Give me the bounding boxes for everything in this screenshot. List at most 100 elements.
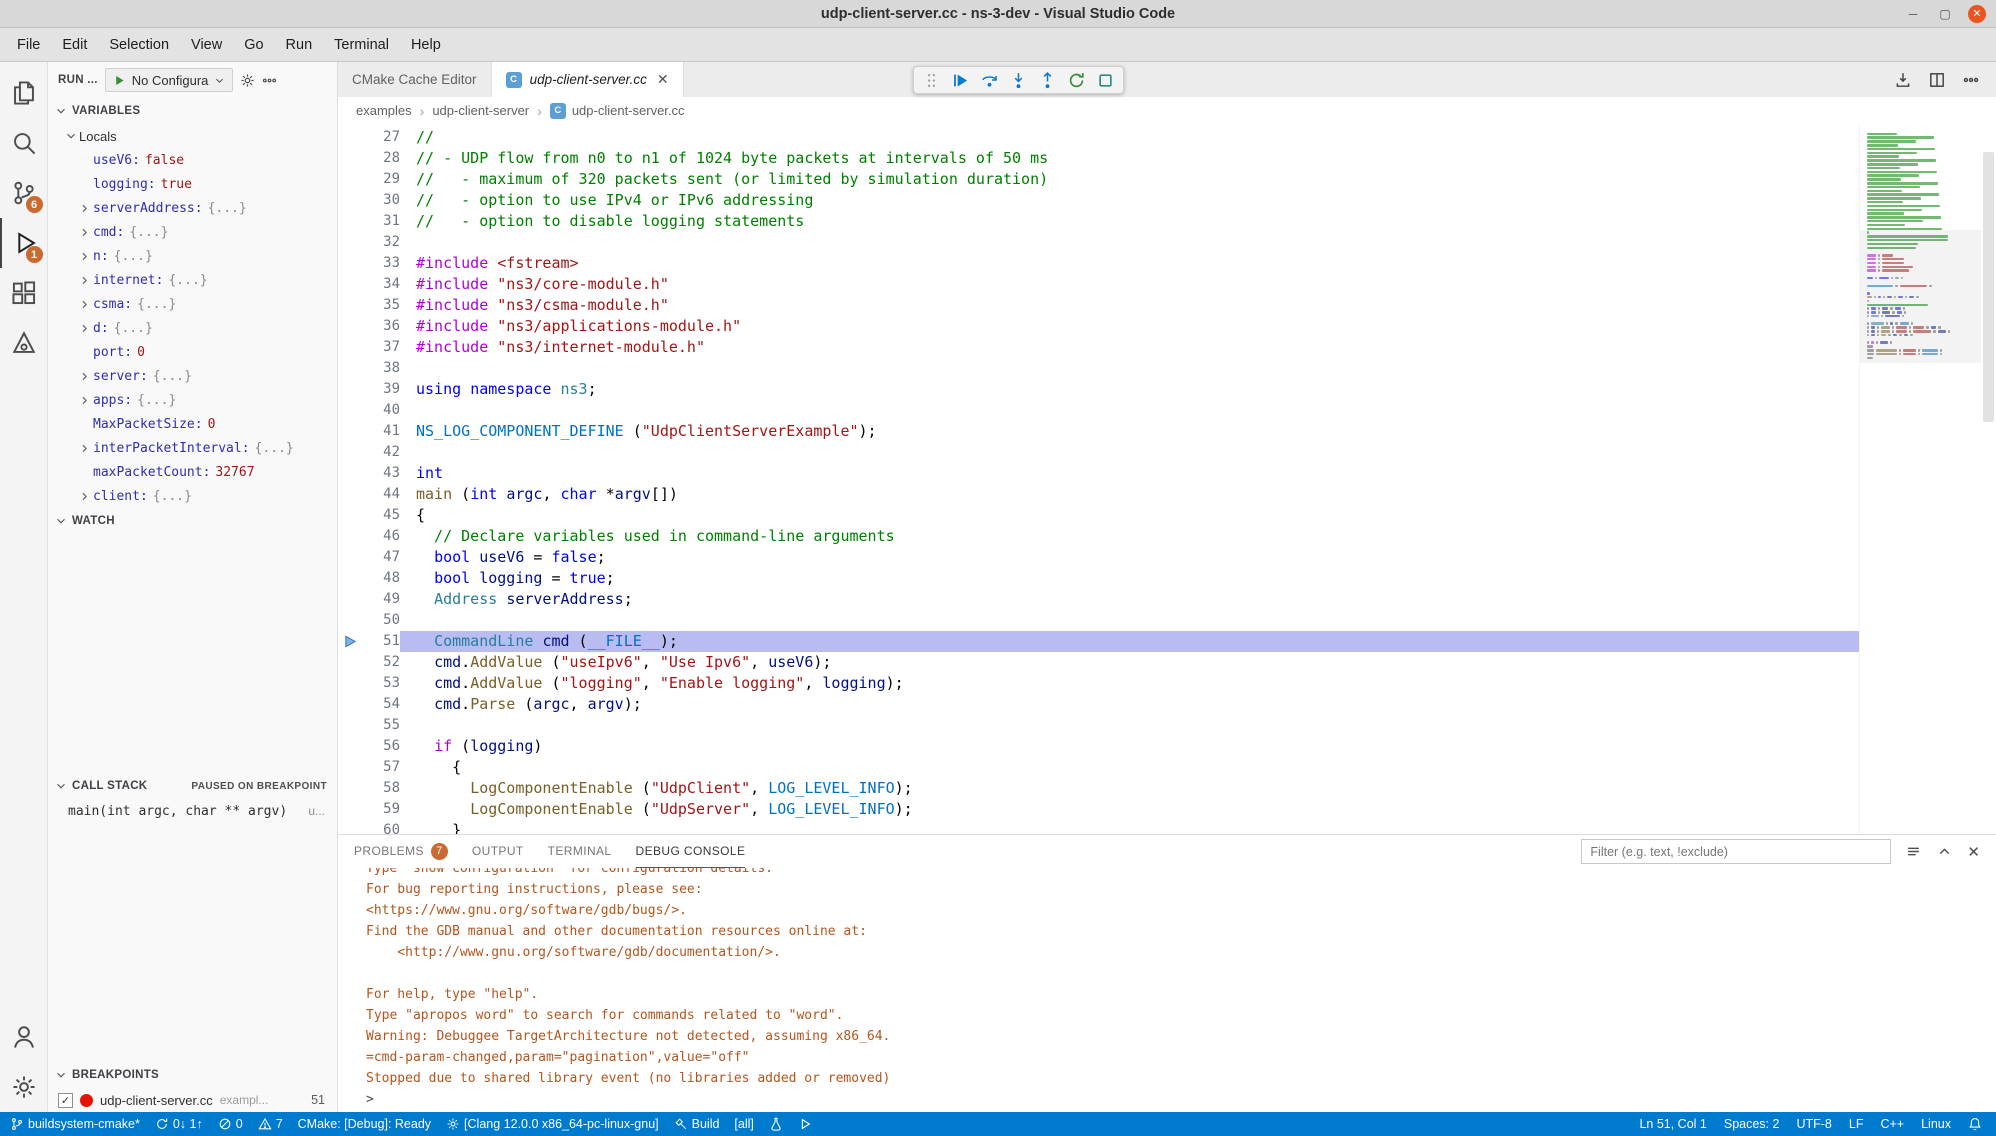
- breadcrumb-item[interactable]: udp-client-server: [432, 103, 529, 118]
- variable-row[interactable]: cmd:{...}: [48, 220, 337, 244]
- explorer-icon[interactable]: [0, 68, 48, 118]
- settings-gear-icon[interactable]: [0, 1062, 48, 1112]
- code-line[interactable]: 29// - maximum of 320 packets sent (or l…: [338, 169, 1859, 190]
- code-line[interactable]: 38: [338, 358, 1859, 379]
- variable-row[interactable]: client:{...}: [48, 484, 337, 508]
- code-line[interactable]: 51 CommandLine cmd (__FILE__);: [338, 631, 1859, 652]
- tab-udp-client-server[interactable]: C udp-client-server.cc ✕: [492, 62, 684, 97]
- tab-cmake-cache-editor[interactable]: CMake Cache Editor: [338, 62, 492, 97]
- more-actions-icon[interactable]: [1962, 71, 1980, 89]
- chevron-right-icon[interactable]: [76, 250, 93, 263]
- breadcrumb-item[interactable]: examples: [356, 103, 412, 118]
- chevron-right-icon[interactable]: [76, 370, 93, 383]
- chevron-right-icon[interactable]: [76, 298, 93, 311]
- cmake-target[interactable]: [all]: [734, 1117, 753, 1131]
- cmake-icon[interactable]: [0, 318, 48, 368]
- code-line[interactable]: 45{: [338, 505, 1859, 526]
- code-line[interactable]: 43int: [338, 463, 1859, 484]
- code-line[interactable]: 47 bool useV6 = false;: [338, 547, 1859, 568]
- watch-section-header[interactable]: WATCH: [48, 508, 337, 534]
- variable-row[interactable]: d:{...}: [48, 316, 337, 340]
- variables-section-header[interactable]: VARIABLES: [48, 98, 337, 124]
- menu-item-edit[interactable]: Edit: [51, 28, 98, 61]
- cmake-kit[interactable]: [Clang 12.0.0 x86_64-pc-linux-gnu]: [446, 1117, 659, 1131]
- menu-item-go[interactable]: Go: [233, 28, 274, 61]
- code-line[interactable]: 41NS_LOG_COMPONENT_DEFINE ("UdpClientSer…: [338, 421, 1859, 442]
- breakpoint-row[interactable]: ✓ udp-client-server.cc exampl... 51: [48, 1088, 337, 1112]
- chevron-right-icon[interactable]: [76, 490, 93, 503]
- menu-item-help[interactable]: Help: [400, 28, 452, 61]
- code-line[interactable]: 44main (int argc, char *argv[]): [338, 484, 1859, 505]
- code-line[interactable]: 40: [338, 400, 1859, 421]
- variable-row[interactable]: logging:true: [48, 172, 337, 196]
- close-panel-icon[interactable]: ✕: [1967, 843, 1980, 861]
- variable-row[interactable]: useV6:false: [48, 148, 337, 172]
- ctest-button[interactable]: [769, 1117, 783, 1131]
- close-icon[interactable]: ✕: [1968, 5, 1986, 23]
- launch-button[interactable]: [798, 1117, 812, 1131]
- breakpoints-section-header[interactable]: BREAKPOINTS: [48, 1062, 337, 1088]
- error-count[interactable]: 0: [218, 1117, 243, 1131]
- download-icon[interactable]: [1894, 71, 1912, 89]
- code-line[interactable]: 35#include "ns3/csma-module.h": [338, 295, 1859, 316]
- debug-gear-icon[interactable]: [240, 73, 255, 88]
- code-line[interactable]: 31// - option to disable logging stateme…: [338, 211, 1859, 232]
- encoding[interactable]: UTF-8: [1796, 1117, 1831, 1131]
- menu-item-selection[interactable]: Selection: [98, 28, 180, 61]
- variable-row[interactable]: port:0: [48, 340, 337, 364]
- console-prompt[interactable]: >: [366, 1089, 1996, 1110]
- variable-row[interactable]: MaxPacketSize:0: [48, 412, 337, 436]
- debug-config-dropdown[interactable]: No Configura: [105, 68, 234, 92]
- code-line[interactable]: 52 cmd.AddValue ("useIpv6", "Use Ipv6", …: [338, 652, 1859, 673]
- breadcrumb-item-file[interactable]: C udp-client-server.cc: [550, 103, 685, 119]
- code-line[interactable]: 57 {: [338, 757, 1859, 778]
- chevron-right-icon[interactable]: [76, 226, 93, 239]
- indentation[interactable]: Spaces: 2: [1724, 1117, 1780, 1131]
- language-mode[interactable]: C++: [1880, 1117, 1904, 1131]
- code-line[interactable]: 48 bool logging = true;: [338, 568, 1859, 589]
- code-line[interactable]: 59 LogComponentEnable ("UdpServer", LOG_…: [338, 799, 1859, 820]
- code-line[interactable]: 34#include "ns3/core-module.h": [338, 274, 1859, 295]
- maximize-icon[interactable]: ▢: [1936, 5, 1954, 23]
- code-line[interactable]: 53 cmd.AddValue ("logging", "Enable logg…: [338, 673, 1859, 694]
- eol[interactable]: LF: [1849, 1117, 1864, 1131]
- code-line[interactable]: 56 if (logging): [338, 736, 1859, 757]
- variable-row[interactable]: apps:{...}: [48, 388, 337, 412]
- notifications-bell[interactable]: [1968, 1117, 1982, 1131]
- filter-lines-icon[interactable]: [1905, 843, 1922, 860]
- tab-output[interactable]: OUTPUT: [472, 835, 524, 868]
- code-line[interactable]: 39using namespace ns3;: [338, 379, 1859, 400]
- code-line[interactable]: 54 cmd.Parse (argc, argv);: [338, 694, 1859, 715]
- step-into-icon[interactable]: [1005, 68, 1032, 92]
- code-line[interactable]: 37#include "ns3/internet-module.h": [338, 337, 1859, 358]
- menu-item-file[interactable]: File: [6, 28, 51, 61]
- step-out-icon[interactable]: [1034, 68, 1061, 92]
- split-editor-icon[interactable]: [1928, 71, 1946, 89]
- search-icon[interactable]: [0, 118, 48, 168]
- variable-row[interactable]: server:{...}: [48, 364, 337, 388]
- console-filter-input[interactable]: [1581, 839, 1891, 864]
- continue-icon[interactable]: [947, 68, 974, 92]
- variable-row[interactable]: serverAddress:{...}: [48, 196, 337, 220]
- scrollbar-thumb[interactable]: [1983, 152, 1994, 422]
- code-line[interactable]: 27//: [338, 127, 1859, 148]
- minimap[interactable]: [1859, 124, 1981, 834]
- code-line[interactable]: 49 Address serverAddress;: [338, 589, 1859, 610]
- remote-os[interactable]: Linux: [1921, 1117, 1951, 1131]
- breakpoint-checkbox[interactable]: ✓: [58, 1093, 73, 1108]
- chevron-right-icon[interactable]: [76, 322, 93, 335]
- call-stack-frame[interactable]: main(int argc, char ** argv) u...: [48, 799, 337, 823]
- locals-scope-row[interactable]: Locals: [48, 124, 337, 148]
- step-over-icon[interactable]: [976, 68, 1003, 92]
- chevron-right-icon[interactable]: [76, 442, 93, 455]
- accounts-icon[interactable]: [0, 1012, 48, 1062]
- variable-row[interactable]: n:{...}: [48, 244, 337, 268]
- variable-row[interactable]: internet:{...}: [48, 268, 337, 292]
- tab-problems[interactable]: PROBLEMS 7: [354, 835, 448, 868]
- code-line[interactable]: 32: [338, 232, 1859, 253]
- tab-terminal[interactable]: TERMINAL: [548, 835, 612, 868]
- variable-row[interactable]: csma:{...}: [48, 292, 337, 316]
- code-line[interactable]: 55: [338, 715, 1859, 736]
- run-debug-icon[interactable]: 1: [0, 218, 48, 268]
- tab-close-icon[interactable]: ✕: [657, 71, 669, 88]
